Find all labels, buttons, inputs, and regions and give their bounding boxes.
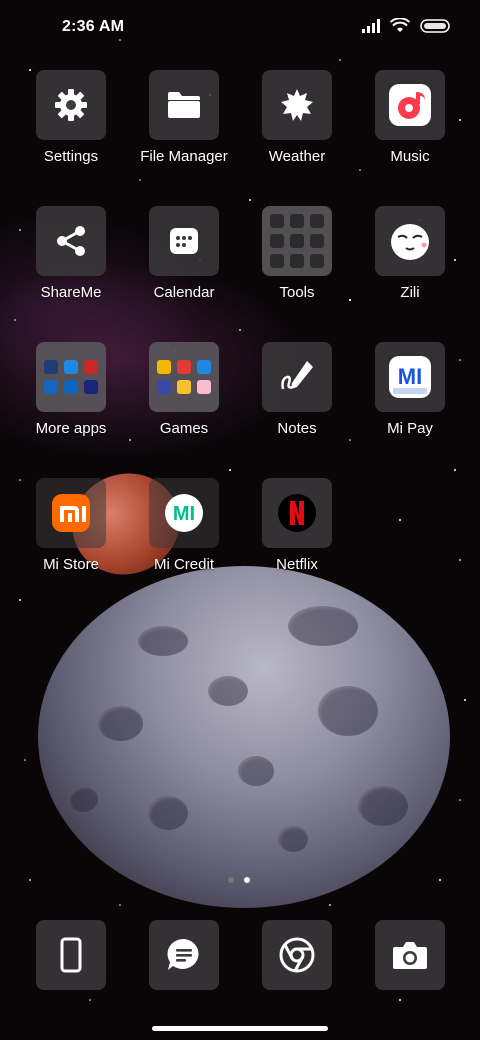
folder-games[interactable]: Games: [128, 342, 240, 437]
app-weather[interactable]: Weather: [241, 70, 353, 165]
app-label: Tools: [279, 284, 315, 301]
signal-icon: [362, 18, 380, 33]
share-icon: [57, 226, 85, 256]
app-label: Zili: [400, 284, 420, 301]
app-calendar[interactable]: Calendar: [128, 206, 240, 301]
status-time: 2:36 AM: [62, 18, 125, 35]
app-label: Notes: [277, 420, 317, 437]
app-shareme[interactable]: ShareMe: [15, 206, 127, 301]
app-music[interactable]: Music: [354, 70, 466, 165]
dock-phone[interactable]: [15, 920, 127, 990]
app-mi-pay[interactable]: MI Mi Pay: [354, 342, 466, 437]
app-label: File Manager: [140, 148, 228, 165]
svg-text:MI: MI: [173, 503, 195, 525]
folder-games-icon: [157, 360, 211, 394]
app-netflix[interactable]: Netflix: [241, 478, 353, 573]
mi-credit-icon: MI: [165, 494, 203, 532]
app-label: Mi Pay: [387, 420, 433, 437]
folder-more-apps-icon: [44, 360, 98, 394]
messages-icon: [167, 938, 199, 970]
page-dot-active[interactable]: [244, 877, 250, 883]
app-label: Weather: [268, 148, 326, 165]
dock-messages[interactable]: [128, 920, 240, 990]
app-zili[interactable]: Zili: [354, 206, 466, 301]
folder-more-apps[interactable]: More apps: [15, 342, 127, 437]
page-indicator[interactable]: [228, 877, 250, 883]
camera-icon: [393, 942, 427, 969]
app-file-manager[interactable]: File Manager: [128, 70, 240, 165]
chrome-icon: [279, 937, 315, 973]
app-settings[interactable]: Settings: [15, 70, 127, 165]
app-label: ShareMe: [40, 284, 102, 301]
netflix-icon: [278, 494, 316, 532]
music-icon: [389, 84, 431, 126]
app-label: Mi Store: [43, 556, 99, 573]
app-mi-store[interactable]: Mi Store: [15, 478, 127, 573]
notes-icon: [281, 361, 313, 390]
app-notes[interactable]: Notes: [241, 342, 353, 437]
folder-tools-icon: [270, 214, 324, 268]
dock-chrome[interactable]: [241, 920, 353, 990]
app-label: Mi Credit: [153, 556, 214, 573]
mi-store-icon: [52, 494, 90, 532]
folder-tools[interactable]: Tools: [241, 206, 353, 301]
home-indicator[interactable]: [152, 1026, 328, 1031]
svg-text:MI: MI: [398, 364, 422, 389]
battery-icon: [420, 18, 450, 33]
zili-icon: [391, 224, 429, 260]
app-label: Music: [390, 148, 430, 165]
phone-icon: [60, 937, 82, 973]
app-label: Settings: [43, 148, 99, 165]
folder-icon: [168, 92, 200, 118]
mi-pay-icon: MI: [389, 356, 431, 398]
page-dot[interactable]: [228, 877, 234, 883]
app-label: More apps: [35, 420, 107, 437]
dock-camera[interactable]: [354, 920, 466, 990]
moon-wallpaper: [38, 566, 450, 908]
status-bar: 2:36 AM: [0, 0, 480, 56]
app-label: Netflix: [276, 556, 318, 573]
app-mi-credit[interactable]: MI Mi Credit: [128, 478, 240, 573]
weather-icon: [281, 89, 313, 121]
gear-icon: [55, 89, 87, 121]
calendar-icon: [170, 228, 198, 254]
app-label: Calendar: [153, 284, 215, 301]
wifi-icon: [390, 18, 410, 32]
app-label: Games: [159, 420, 209, 437]
